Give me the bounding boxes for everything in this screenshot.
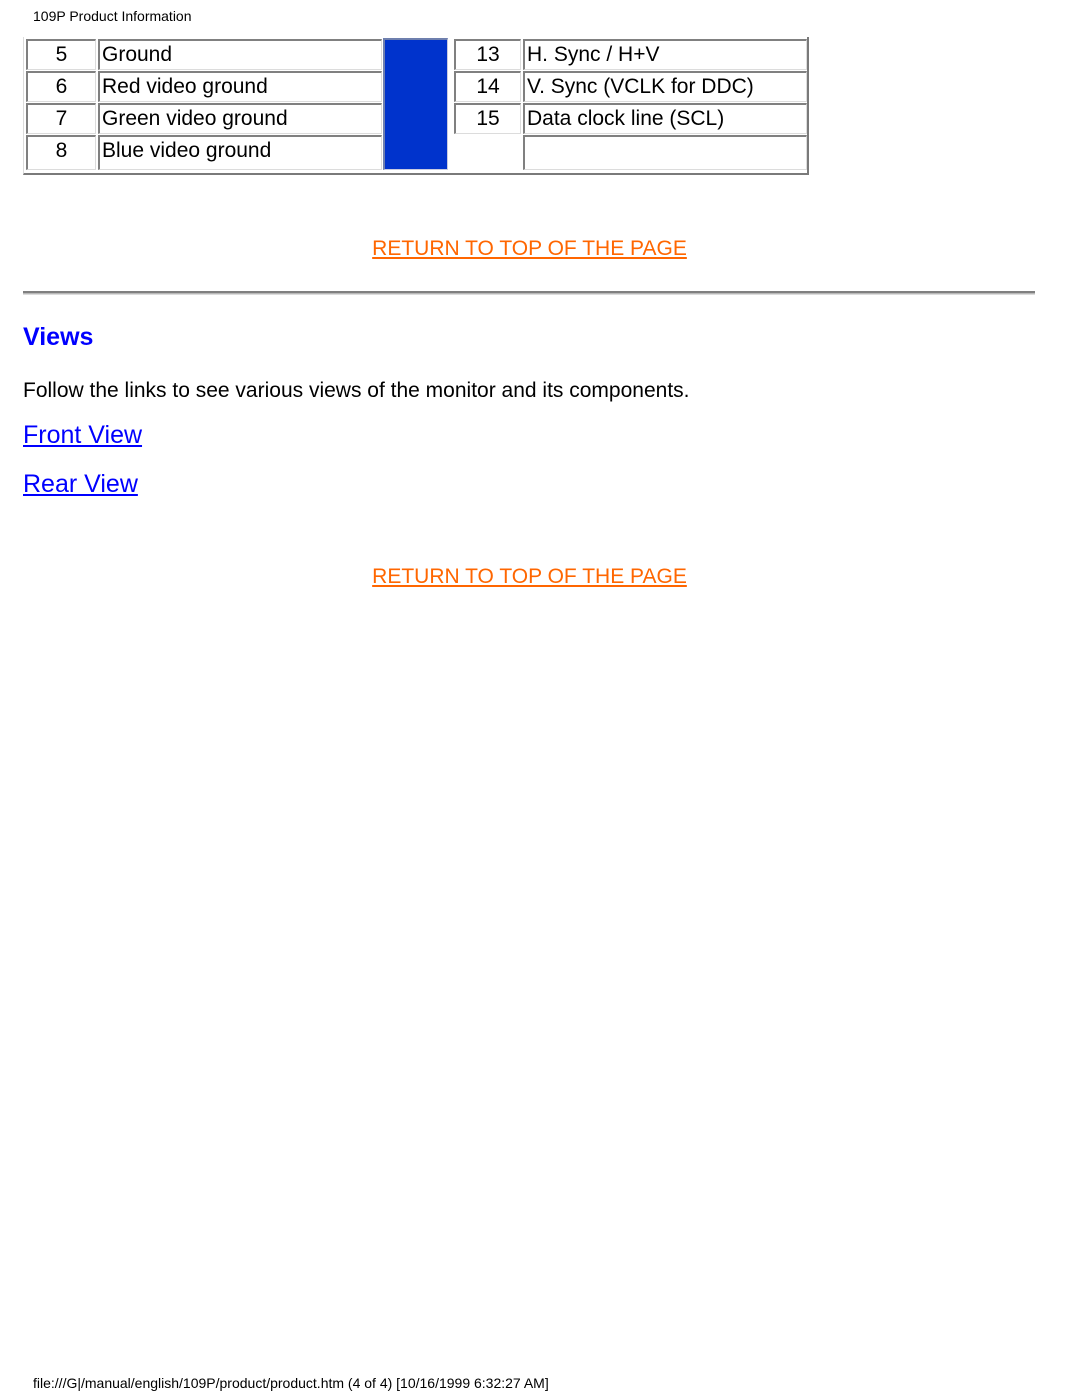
pin-signal-cell: Blue video ground (98, 135, 382, 170)
pin-number-cell: 6 (26, 71, 96, 102)
return-to-top-container: RETURN TO TOP OF THE PAGE (0, 237, 1059, 261)
table-divider-block (383, 38, 448, 170)
return-to-top-link[interactable]: RETURN TO TOP OF THE PAGE (372, 237, 687, 260)
pin-signal-cell-empty (523, 135, 807, 170)
return-to-top-container: RETURN TO TOP OF THE PAGE (0, 565, 1059, 589)
views-intro-text: Follow the links to see various views of… (23, 379, 690, 402)
pin-number-cell: 15 (454, 103, 521, 134)
pin-number-cell: 8 (26, 135, 96, 170)
page-header: 109P Product Information (33, 8, 192, 24)
pin-number-cell: 5 (26, 39, 96, 70)
pin-signal-cell: V. Sync (VCLK for DDC) (523, 71, 807, 102)
pin-number-cell: 13 (454, 39, 521, 70)
pin-signal-cell: Ground (98, 39, 382, 70)
pin-signal-cell: Red video ground (98, 71, 382, 102)
rear-view-link[interactable]: Rear View (23, 470, 138, 499)
page-footer: file:///G|/manual/english/109P/product/p… (33, 1375, 549, 1391)
pin-signal-cell: Green video ground (98, 103, 382, 134)
pin-signal-cell: H. Sync / H+V (523, 39, 807, 70)
horizontal-rule (23, 291, 1035, 295)
views-heading: Views (23, 323, 94, 351)
pin-number-cell: 7 (26, 103, 96, 134)
return-to-top-link[interactable]: RETURN TO TOP OF THE PAGE (372, 565, 687, 588)
pin-signal-cell: Data clock line (SCL) (523, 103, 807, 134)
front-view-link[interactable]: Front View (23, 421, 142, 450)
pin-number-cell: 14 (454, 71, 521, 102)
